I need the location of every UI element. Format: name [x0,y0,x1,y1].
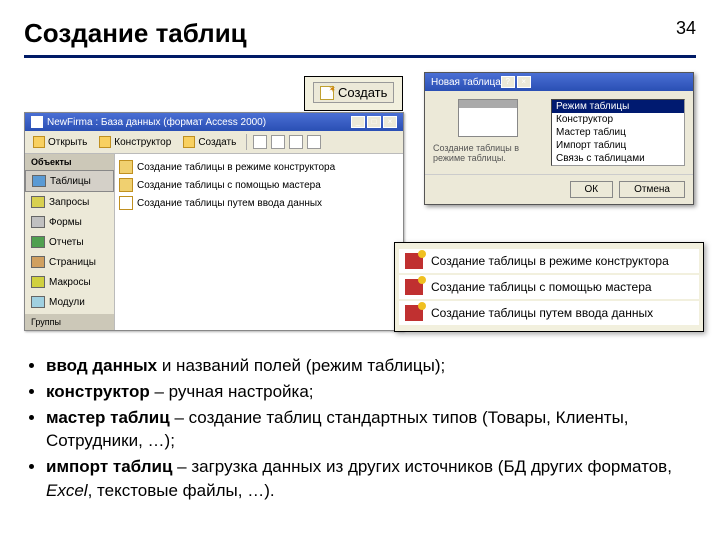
title-underline [24,55,696,58]
close-icon[interactable]: × [383,116,397,128]
macro-icon [31,276,45,288]
database-window: NewFirma : База данных (формат Access 20… [24,112,404,331]
bullet-item: мастер таблиц – создание таблиц стандарт… [46,406,692,454]
zoom-callout: Создание таблицы в режиме конструктора С… [394,242,704,332]
nt-list-item[interactable]: Режим таблицы [552,100,684,113]
nt-preview-icon [458,99,518,137]
create-button-label: Создать [338,85,387,100]
minimize-icon[interactable]: _ [351,116,365,128]
form-icon [31,216,45,228]
sidebar-item-tables[interactable]: Таблицы [25,170,114,192]
module-icon [31,296,45,308]
wizard-icon [119,196,133,210]
maximize-icon[interactable]: □ [367,116,381,128]
bullet-list: ввод данных и названий полей (режим табл… [0,342,720,503]
close-icon[interactable]: × [517,76,531,88]
nt-list-item[interactable]: Мастер таблиц [552,126,684,139]
main-item[interactable]: Создание таблицы с помощью мастера [119,176,399,194]
sidebar-item-modules[interactable]: Модули [25,292,114,312]
screenshot-stage: Создать NewFirma : База данных (формат A… [24,72,696,342]
main-item[interactable]: Создание таблицы путем ввода данных [119,194,399,212]
slide-number: 34 [676,18,696,39]
ok-button[interactable]: ОК [570,181,614,198]
new-icon [320,86,334,100]
main-item[interactable]: Создание таблицы в режиме конструктора [119,158,399,176]
sidebar-item-queries[interactable]: Запросы [25,192,114,212]
sidebar-item-pages[interactable]: Страницы [25,252,114,272]
sidebar-item-forms[interactable]: Формы [25,212,114,232]
report-icon [31,236,45,248]
wizard-icon [119,178,133,192]
open-icon [33,136,45,148]
create-button-callout: Создать [304,76,403,111]
nt-mode-list[interactable]: Режим таблицы Конструктор Мастер таблиц … [551,99,685,166]
nt-preview-text: Создание таблицы в режиме таблицы. [433,143,543,163]
nt-title: Новая таблица [431,77,501,88]
zoom-row[interactable]: Создание таблицы путем ввода данных [399,301,699,325]
bullet-item: конструктор – ручная настройка; [46,380,692,404]
nt-list-item[interactable]: Импорт таблиц [552,139,684,152]
new-table-dialog: Новая таблица ? × Создание таблицы в реж… [424,72,694,205]
create-icon [183,136,195,148]
db-titlebar: NewFirma : База данных (формат Access 20… [25,113,403,131]
sidebar-heading: Объекты [25,154,114,170]
create-button[interactable]: Создать [313,82,394,103]
toolbar-create-button[interactable]: Создать [179,134,240,150]
sidebar-item-reports[interactable]: Отчеты [25,232,114,252]
sidebar-item-macros[interactable]: Макросы [25,272,114,292]
sidebar-groups[interactable]: Группы [25,314,114,330]
help-icon[interactable]: ? [501,76,515,88]
toolbar-design-button[interactable]: Конструктор [95,134,175,150]
db-sidebar: Объекты Таблицы Запросы Формы Отчеты Стр… [25,154,115,330]
page-icon [31,256,45,268]
view-detail-icon[interactable] [289,135,303,149]
nt-titlebar: Новая таблица ? × [425,73,693,91]
bullet-item: импорт таблиц – загрузка данных из други… [46,455,692,503]
table-icon [32,175,46,187]
view-small-icon[interactable] [253,135,267,149]
cancel-button[interactable]: Отмена [619,181,685,198]
db-icon [31,116,43,128]
toolbar-separator [246,134,247,150]
design-icon [99,136,111,148]
wizard-icon [119,160,133,174]
view-list-icon[interactable] [271,135,285,149]
nt-list-item[interactable]: Связь с таблицами [552,152,684,165]
zoom-row[interactable]: Создание таблицы с помощью мастера [399,275,699,299]
nt-list-item[interactable]: Конструктор [552,113,684,126]
zoom-row[interactable]: Создание таблицы в режиме конструктора [399,249,699,273]
db-main-pane: Создание таблицы в режиме конструктора С… [115,154,403,330]
wizard-icon [405,279,423,295]
wizard-icon [405,253,423,269]
wizard-icon [405,305,423,321]
slide-title: Создание таблиц [0,0,720,55]
query-icon [31,196,45,208]
toolbar-open-button[interactable]: Открыть [29,134,91,150]
view-large-icon[interactable] [307,135,321,149]
db-toolbar: Открыть Конструктор Создать [25,131,403,154]
db-title: NewFirma : База данных (формат Access 20… [47,117,266,128]
nt-preview: Создание таблицы в режиме таблицы. [433,99,543,166]
bullet-item: ввод данных и названий полей (режим табл… [46,354,692,378]
